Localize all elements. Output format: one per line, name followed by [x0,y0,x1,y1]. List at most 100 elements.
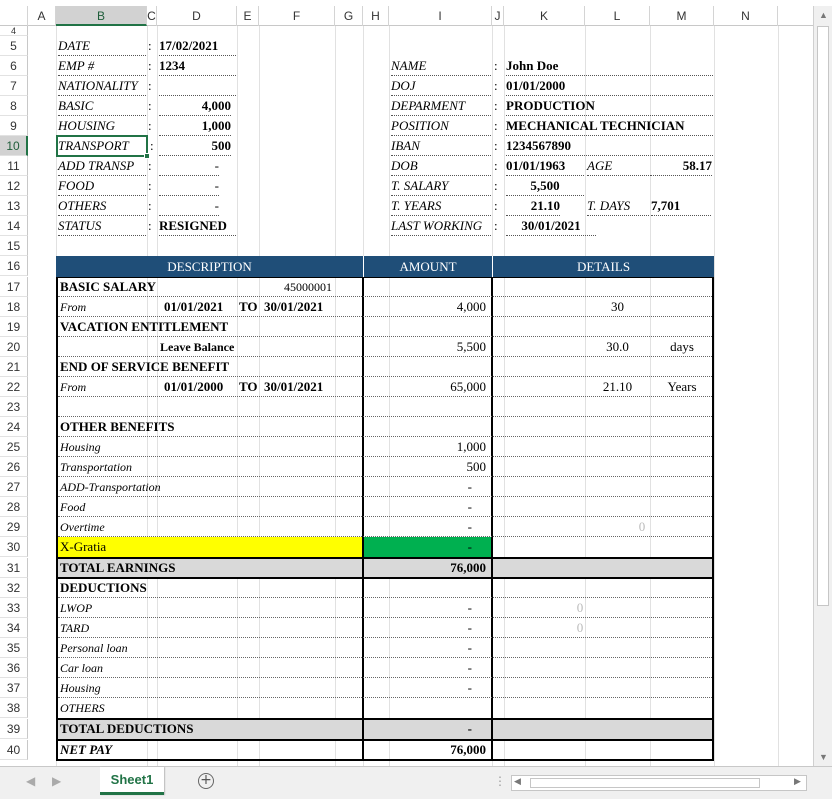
col-header-J[interactable]: J [492,6,504,26]
row-header[interactable]: 34 [0,618,28,638]
total-deductions-amount: - [467,721,472,736]
scroll-up-icon[interactable]: ▲ [817,8,830,22]
row-header[interactable]: 26 [0,457,28,477]
row-header[interactable]: 8 [0,96,28,116]
row-header[interactable]: 10 [0,136,28,156]
horizontal-scrollbar[interactable]: ◀ ▶ [511,775,807,791]
col-header-H[interactable]: H [363,6,389,26]
selected-cell-B10[interactable] [56,135,148,157]
scroll-right-icon[interactable]: ▶ [794,777,801,787]
col-header-N[interactable]: N [714,6,778,26]
row-header[interactable]: 23 [0,397,28,417]
value-emp: 1234 [159,56,236,76]
scroll-left-icon[interactable]: ◀ [514,777,521,787]
row-header[interactable]: 31 [0,558,28,578]
col-header-E[interactable]: E [237,6,259,26]
value-add-transp: - [159,156,219,176]
amount-tard: - [467,620,472,635]
label-status: STATUS [58,216,146,236]
row-header[interactable]: 7 [0,76,28,96]
value-dob: 01/01/1963 [506,156,584,176]
col-header-B[interactable]: B [56,6,147,26]
header-details: DETAILS [492,256,714,277]
to-label: TO [239,379,258,394]
colon: : [494,178,498,193]
colon: : [148,78,152,93]
h-scroll-thumb[interactable] [530,778,760,788]
colon: : [148,58,152,73]
colon: : [148,178,152,193]
row-header[interactable]: 13 [0,196,28,216]
row-header[interactable]: 21 [0,357,28,377]
col-header-D[interactable]: D [157,6,237,26]
row-header[interactable]: 32 [0,578,28,598]
sheet-tab-bar: ◀ ▶ Sheet1 + ⋮ ◀ ▶ [0,766,832,799]
prev-sheet-icon[interactable]: ◀ [26,774,35,788]
transportation-label: Transportation [60,460,133,474]
row-header[interactable]: 18 [0,297,28,317]
col-header-M[interactable]: M [650,6,714,26]
label-add-transp: ADD TRANSP [58,156,146,176]
col-header-F[interactable]: F [259,6,335,26]
colon: : [494,98,498,113]
col-header-L[interactable]: L [585,6,650,26]
row-header[interactable]: 12 [0,176,28,196]
select-all-corner[interactable] [0,6,28,26]
row-header[interactable]: 25 [0,437,28,457]
split-handle-icon[interactable]: ⋮ [494,774,506,788]
overtime-label: Overtime [60,520,105,534]
add-sheet-icon[interactable]: + [198,773,214,789]
col-header-G[interactable]: G [335,6,363,26]
row-header[interactable]: 38 [0,698,28,718]
label-t-days: T. DAYS [587,196,649,216]
other-benefits-label: OTHER BENEFITS [60,419,175,434]
row-header[interactable]: 22 [0,377,28,397]
scroll-thumb[interactable] [817,26,829,606]
row-header[interactable]: 35 [0,638,28,658]
sheet-tab-sheet1[interactable]: Sheet1 [100,767,164,795]
row-header[interactable]: 16 [0,256,28,276]
col-header-A[interactable]: A [28,6,56,26]
row-header[interactable]: 6 [0,56,28,76]
basic-salary-code: 45000001 [284,280,332,294]
from-label: From [60,300,87,314]
label-food: FOOD [58,176,146,196]
row-header[interactable]: 37 [0,678,28,698]
value-transport: 500 [159,136,231,156]
row-header[interactable]: 28 [0,497,28,517]
row-header[interactable]: 33 [0,598,28,618]
row-header[interactable]: 15 [0,236,28,256]
label-department: DEPARMENT [391,96,491,116]
amount-basic: 4,000 [456,299,486,314]
row-header[interactable]: 24 [0,417,28,437]
next-sheet-icon[interactable]: ▶ [52,774,61,788]
scroll-down-icon[interactable]: ▼ [817,750,830,764]
col-header-C[interactable]: C [147,6,157,26]
deductions-label: DEDUCTIONS [60,580,147,595]
row-header[interactable]: 11 [0,156,28,176]
amount-add-transportation: - [467,479,472,494]
row-header[interactable]: 14 [0,216,28,236]
colon: : [148,158,152,173]
row-header[interactable]: 30 [0,537,28,557]
row-header[interactable]: 9 [0,116,28,136]
row-header[interactable]: 20 [0,337,28,357]
col-header-I[interactable]: I [389,6,492,26]
row-header[interactable]: 5 [0,36,28,56]
value-others: - [159,196,219,216]
amount-transportation: 500 [466,459,487,474]
food-label: Food [60,500,86,514]
row-header[interactable]: 4 [0,26,28,36]
row-header[interactable]: 29 [0,517,28,537]
row-header[interactable]: 19 [0,317,28,337]
label-others: OTHERS [58,196,146,216]
vertical-scrollbar[interactable]: ▲ ▼ [813,6,832,766]
colon: : [494,158,498,173]
row-header[interactable]: 36 [0,658,28,678]
col-header-K[interactable]: K [504,6,585,26]
row-header[interactable]: 17 [0,277,28,297]
row-header[interactable]: 40 [0,740,28,760]
colon: : [148,98,152,113]
row-header[interactable]: 27 [0,477,28,497]
row-header[interactable]: 39 [0,719,28,739]
